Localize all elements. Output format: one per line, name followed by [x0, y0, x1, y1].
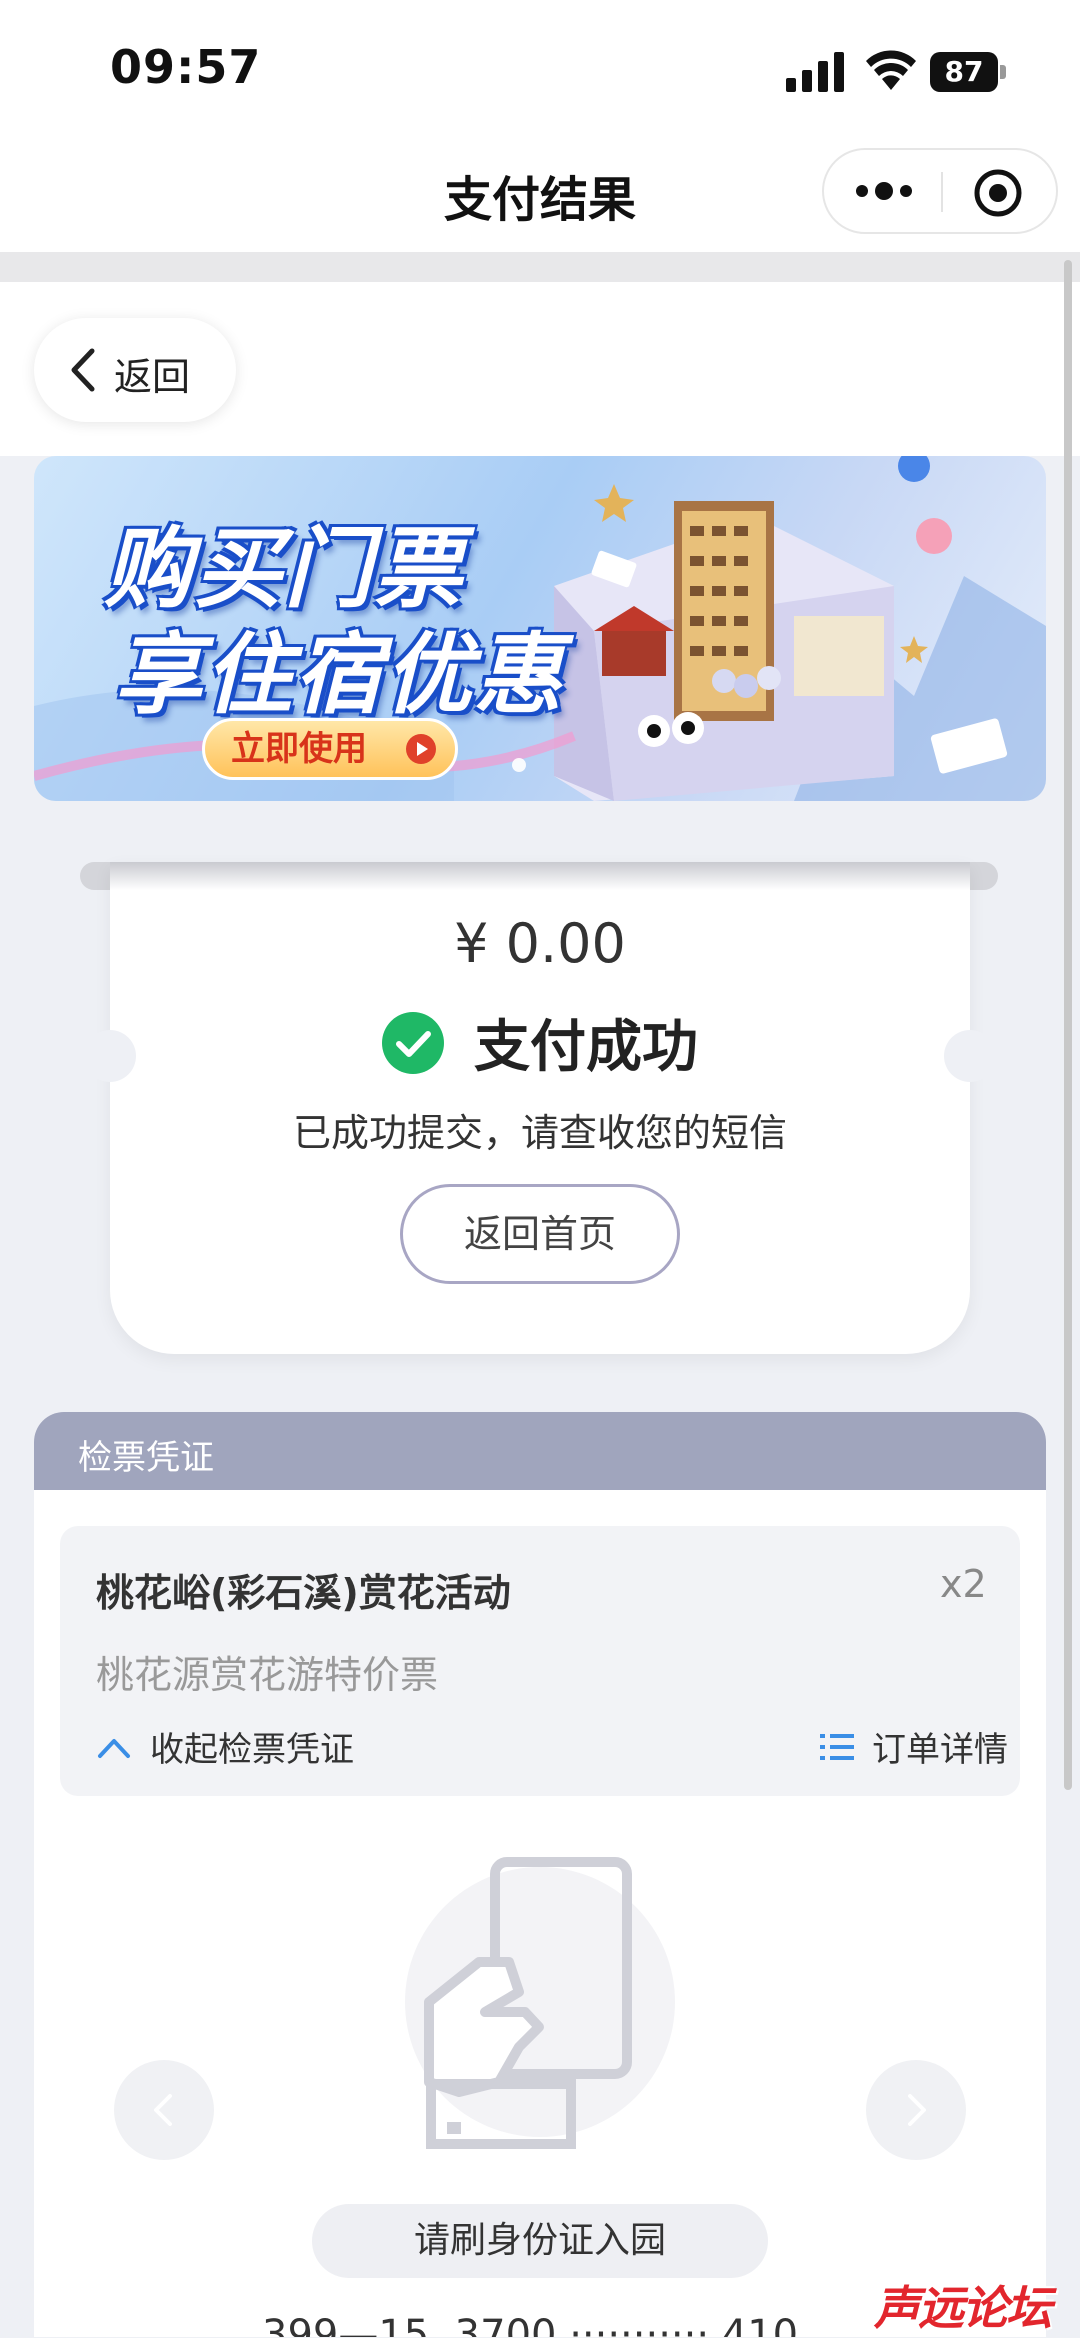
back-label: 返回 [114, 355, 191, 399]
return-home-button[interactable]: 返回首页 [400, 1184, 680, 1284]
payment-amount: ¥ 0.00 [454, 912, 626, 975]
banner-cta-button[interactable]: 立即使用 [202, 718, 458, 780]
status-time: 09:57 [110, 40, 262, 94]
ticket-info-box: 桃花峪(彩石溪)赏花活动 x2 桃花源赏花游特价票 收起检票凭证 订单详情 [60, 1526, 1020, 1796]
wifi-icon [866, 50, 916, 90]
back-button[interactable]: 返回 [34, 318, 236, 422]
battery-indicator: 87 [930, 52, 1006, 92]
miniprogram-capsule [822, 148, 1058, 234]
next-voucher-button[interactable] [866, 2060, 966, 2160]
banner-headline-2: 享住宿优惠 [114, 623, 565, 726]
check-circle-icon [382, 1012, 444, 1074]
back-row: 返回 [0, 282, 1080, 456]
more-icon[interactable] [854, 174, 914, 208]
chevron-right-icon [908, 2094, 926, 2126]
success-row: 支付成功 [110, 1002, 970, 1082]
order-detail-link[interactable]: 订单详情 [820, 1722, 1008, 1772]
collapse-voucher-label: 收起检票凭证 [150, 1730, 354, 1770]
ticket-name: 桃花峪(彩石溪)赏花活动 [96, 1571, 511, 1615]
watermark-logo: 声远论坛 [874, 2281, 1052, 2335]
divider-strip [0, 252, 1080, 282]
banner-cta-label: 立即使用 [231, 729, 367, 769]
prev-voucher-button[interactable] [114, 2060, 214, 2160]
chevron-left-icon [154, 2094, 172, 2126]
signal-icon [786, 52, 844, 92]
payment-status: 支付成功 [474, 1015, 698, 1080]
promo-banner[interactable]: 购买门票 享住宿优惠 立即使用 [34, 456, 1046, 801]
id-card-hint: 请刷身份证入园 [312, 2204, 768, 2278]
voucher-header: 检票凭证 [34, 1412, 1046, 1490]
battery-cap [1000, 65, 1006, 79]
ticket-quantity: x2 [940, 1562, 987, 1606]
payment-result-card: ¥ 0.00 支付成功 已成功提交，请查收您的短信 返回首页 [84, 862, 996, 1354]
capsule-divider [941, 172, 943, 212]
status-bar: 09:57 87 [0, 0, 1080, 140]
ticket-type: 桃花源赏花游特价票 [96, 1653, 439, 1697]
payment-message: 已成功提交，请查收您的短信 [292, 1111, 787, 1155]
chevron-left-icon [71, 348, 95, 392]
list-icon [820, 1734, 854, 1760]
close-target-icon[interactable] [972, 167, 1024, 219]
battery-level: 87 [930, 52, 998, 92]
voucher-title: 检票凭证 [78, 1438, 214, 1478]
scrollbar[interactable] [1064, 260, 1072, 1790]
order-detail-label: 订单详情 [872, 1730, 1008, 1770]
card-top-shadow [110, 862, 970, 890]
ticket-holder-id: 399—15. 3700 ··········· 410 [262, 2312, 799, 2337]
id-card-swipe-illustration [405, 1857, 675, 2149]
nav-bar: 支付结果 [0, 140, 1080, 252]
carousel-dot [512, 758, 526, 772]
ticket-voucher-panel: 检票凭证 桃花峪(彩石溪)赏花活动 x2 桃花源赏花游特价票 收起检票凭证 订单… [34, 1412, 1046, 2337]
chevron-up-icon [98, 1739, 130, 1758]
play-circle-icon [406, 734, 436, 764]
